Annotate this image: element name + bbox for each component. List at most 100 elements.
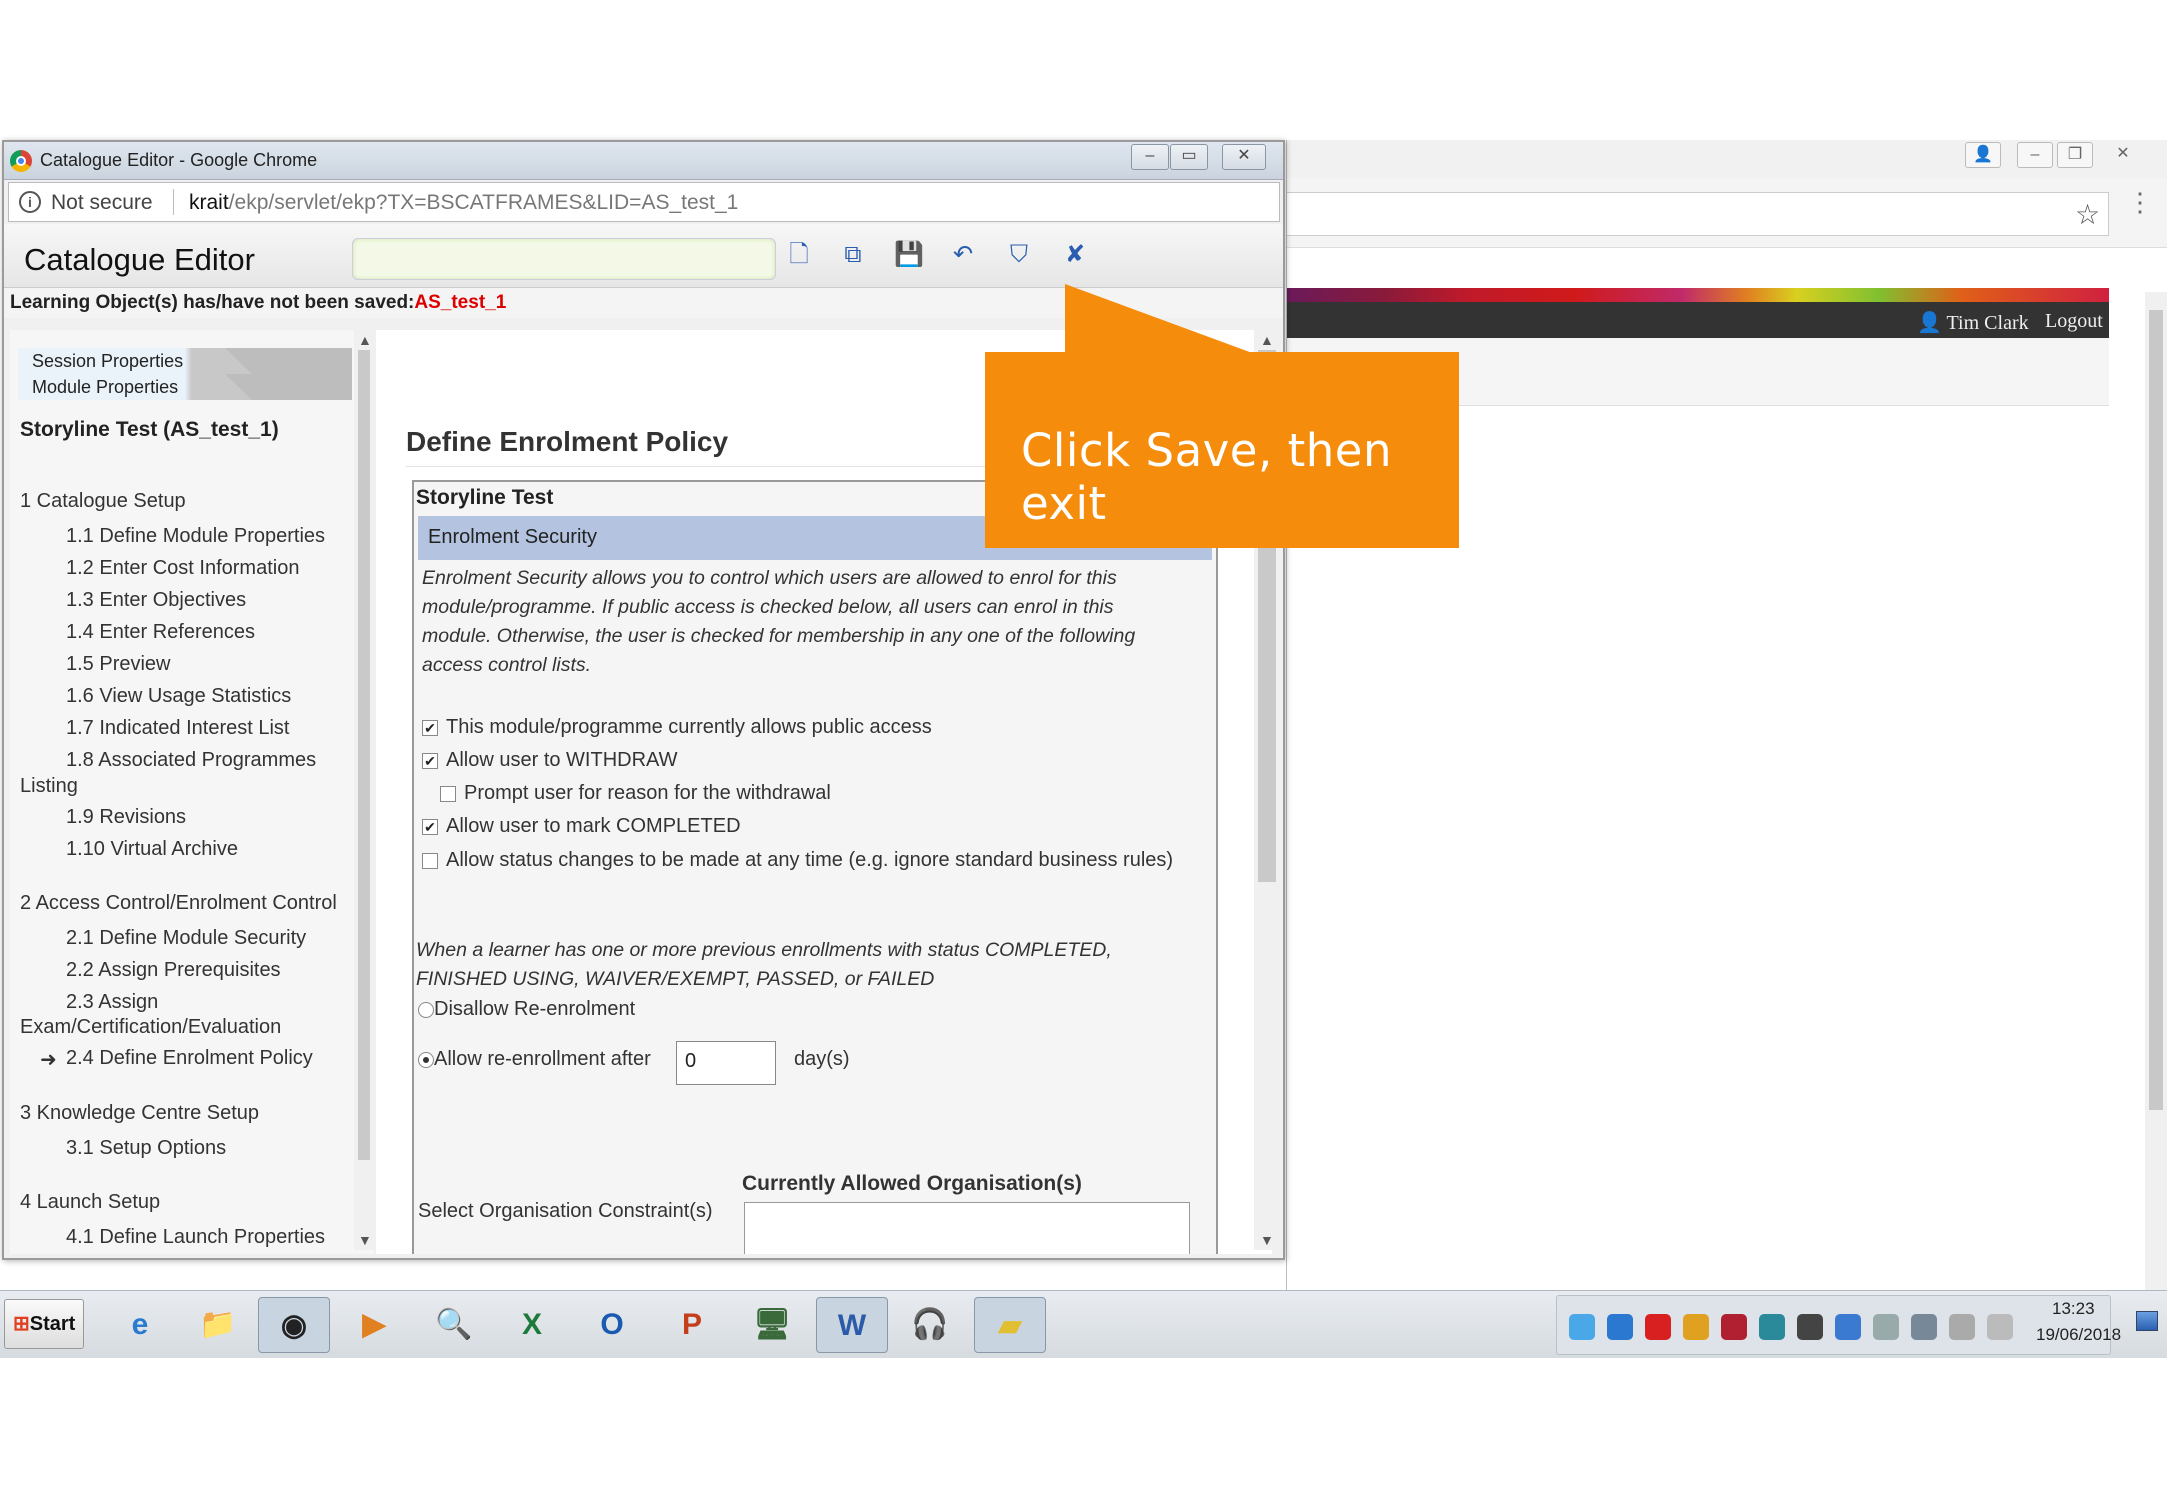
background-address-bar[interactable] bbox=[1287, 192, 2109, 236]
clock-date[interactable]: 19/06/2018 bbox=[2036, 1325, 2121, 1345]
network-app-icon[interactable] bbox=[1759, 1314, 1785, 1340]
start-button[interactable]: ⊞Start bbox=[4, 1299, 84, 1349]
nav-item[interactable]: 3.1 Setup Options bbox=[66, 1137, 226, 1160]
skype-icon[interactable] bbox=[1569, 1314, 1595, 1340]
background-scroll-thumb[interactable] bbox=[2149, 310, 2163, 1110]
address-bar[interactable]: i Not secure krait/ekp/servlet/ekp?TX=BS… bbox=[8, 182, 1280, 222]
editor-search-input[interactable] bbox=[352, 238, 776, 280]
editor-title: Catalogue Editor bbox=[24, 242, 255, 277]
nav-item[interactable]: 1.5 Preview bbox=[66, 653, 171, 676]
exit-icon[interactable]: ✘ bbox=[1060, 240, 1090, 270]
enrolment-security-label: Enrolment Security bbox=[428, 526, 597, 548]
close-button[interactable]: ✕ bbox=[2105, 142, 2141, 168]
maximize-button[interactable]: ▭ bbox=[1170, 144, 1208, 170]
scroll-down-icon[interactable]: ▼ bbox=[1260, 1232, 1274, 1248]
show-desktop-button[interactable] bbox=[2136, 1311, 2158, 1331]
lock-icon[interactable] bbox=[1683, 1314, 1709, 1340]
start-label: Start bbox=[29, 1313, 76, 1335]
tray-app-icon[interactable] bbox=[1645, 1314, 1671, 1340]
outlook-icon[interactable]: O bbox=[576, 1297, 648, 1353]
excel-icon[interactable]: X bbox=[496, 1297, 568, 1353]
undo-icon[interactable]: ↶ bbox=[948, 240, 978, 270]
navigation-pane: Session Properties Module Properties Sto… bbox=[10, 330, 374, 1254]
nav-item[interactable]: 2.1 Define Module Security bbox=[66, 927, 306, 950]
nav-item[interactable]: 2.2 Assign Prerequisites bbox=[66, 959, 281, 982]
file-explorer-icon[interactable]: 📁 bbox=[182, 1297, 254, 1353]
restore-button[interactable]: ❐ bbox=[2057, 142, 2093, 168]
nav-item[interactable]: 1.6 View Usage Statistics bbox=[66, 685, 291, 708]
disallow-reenrol-radio[interactable] bbox=[418, 1002, 434, 1018]
powerpoint-icon[interactable]: P bbox=[656, 1297, 728, 1353]
word-icon[interactable]: W bbox=[816, 1297, 888, 1353]
nav-section-knowledge-centre[interactable]: 3 Knowledge Centre Setup bbox=[20, 1102, 259, 1125]
allowed-orgs-header: Currently Allowed Organisation(s) bbox=[742, 1172, 1082, 1195]
navigation-scroll-thumb[interactable] bbox=[358, 350, 370, 1160]
public-access-checkbox[interactable]: ✔ bbox=[422, 720, 438, 736]
withdraw-label: Allow user to WITHDRAW bbox=[446, 749, 678, 771]
chrome-taskbar-icon[interactable]: ◉ bbox=[258, 1297, 330, 1353]
nav-item-continuation[interactable]: Exam/Certification/Evaluation bbox=[20, 1016, 281, 1039]
close-button[interactable]: ✕ bbox=[1222, 144, 1266, 170]
nav-item[interactable]: 1.10 Virtual Archive bbox=[66, 838, 238, 861]
days-input[interactable]: 0 bbox=[676, 1041, 776, 1085]
antivirus-icon[interactable] bbox=[1721, 1314, 1747, 1340]
withdraw-checkbox[interactable]: ✔ bbox=[422, 753, 438, 769]
url-text[interactable]: krait/ekp/servlet/ekp?TX=BSCATFRAMES&LID… bbox=[189, 191, 738, 215]
signal-icon[interactable] bbox=[1873, 1314, 1899, 1340]
shield-icon[interactable]: ⛉ bbox=[1004, 240, 1034, 270]
media-player-icon[interactable]: ▶ bbox=[338, 1297, 410, 1353]
headphones-icon[interactable]: 🎧 bbox=[894, 1297, 966, 1353]
device-icon[interactable] bbox=[1949, 1314, 1975, 1340]
current-arrow-icon: ➜ bbox=[40, 1049, 57, 1071]
tray-app-icon[interactable] bbox=[1835, 1314, 1861, 1340]
info-icon[interactable]: i bbox=[19, 191, 41, 213]
nav-section-catalogue-setup[interactable]: 1 Catalogue Setup bbox=[20, 490, 186, 513]
system-tray bbox=[1556, 1295, 2111, 1355]
bookmark-star-icon[interactable]: ☆ bbox=[2075, 198, 2100, 231]
nav-item[interactable]: 1.8 Associated Programmes bbox=[66, 749, 316, 772]
nav-item-continuation[interactable]: Listing bbox=[20, 775, 78, 798]
description-line: Enrolment Security allows you to control… bbox=[422, 567, 1117, 589]
brand-stripe bbox=[1287, 288, 2109, 302]
nav-section-launch-setup[interactable]: 4 Launch Setup bbox=[20, 1191, 160, 1214]
allow-reenrol-radio[interactable] bbox=[418, 1052, 434, 1068]
user-name[interactable]: 👤 Tim Clark bbox=[1917, 310, 2029, 335]
notes-icon[interactable]: ▰ bbox=[974, 1297, 1046, 1353]
tray-app-icon[interactable] bbox=[1797, 1314, 1823, 1340]
nav-section-access-control[interactable]: 2 Access Control/Enrolment Control bbox=[20, 892, 337, 915]
new-document-icon[interactable]: 🗋 bbox=[784, 240, 814, 270]
save-icon[interactable]: 💾 bbox=[894, 240, 924, 270]
withdraw-reason-checkbox[interactable] bbox=[440, 786, 456, 802]
nav-item[interactable]: 4.1 Define Launch Properties bbox=[66, 1226, 325, 1249]
copy-icon[interactable]: ⧉ bbox=[838, 240, 868, 270]
nav-item[interactable]: 1.3 Enter Objectives bbox=[66, 589, 246, 612]
background-address-row: ☆ ⋮ bbox=[1287, 178, 2167, 248]
withdraw-reason-label: Prompt user for reason for the withdrawa… bbox=[464, 782, 831, 804]
mark-completed-checkbox[interactable]: ✔ bbox=[422, 819, 438, 835]
clock-time[interactable]: 13:23 bbox=[2052, 1299, 2095, 1319]
internet-explorer-icon[interactable]: e bbox=[104, 1297, 176, 1353]
menu-icon[interactable]: ⋮ bbox=[2127, 189, 2153, 215]
org-constraint-label: Select Organisation Constraint(s) bbox=[418, 1200, 713, 1222]
volume-icon[interactable] bbox=[1987, 1314, 2013, 1340]
search-app-icon[interactable]: 🔍 bbox=[418, 1297, 490, 1353]
nav-item[interactable]: 2.3 Assign bbox=[66, 991, 158, 1014]
nav-item[interactable]: 1.4 Enter References bbox=[66, 621, 255, 644]
nav-item-current[interactable]: 2.4 Define Enrolment Policy bbox=[66, 1047, 313, 1070]
nav-item[interactable]: 1.1 Define Module Properties bbox=[66, 525, 325, 548]
onedrive-icon[interactable] bbox=[1607, 1314, 1633, 1340]
profile-icon[interactable]: 👤 bbox=[1965, 142, 2001, 168]
network-icon[interactable] bbox=[1911, 1314, 1937, 1340]
nav-item[interactable]: 1.2 Enter Cost Information bbox=[66, 557, 299, 580]
status-changes-checkbox[interactable] bbox=[422, 853, 438, 869]
scroll-up-icon[interactable]: ▲ bbox=[358, 332, 372, 348]
remote-desktop-icon[interactable]: 🖥 bbox=[736, 1297, 808, 1353]
scroll-down-icon[interactable]: ▼ bbox=[358, 1232, 372, 1248]
allowed-orgs-list[interactable] bbox=[744, 1202, 1190, 1254]
nav-item[interactable]: 1.7 Indicated Interest List bbox=[66, 717, 289, 740]
nav-item[interactable]: 1.9 Revisions bbox=[66, 806, 186, 829]
logout-link[interactable]: Logout bbox=[2045, 310, 2103, 333]
minimize-button[interactable]: – bbox=[1131, 144, 1169, 170]
scroll-up-icon[interactable]: ▲ bbox=[1260, 332, 1274, 348]
minimize-button[interactable]: – bbox=[2017, 142, 2053, 168]
